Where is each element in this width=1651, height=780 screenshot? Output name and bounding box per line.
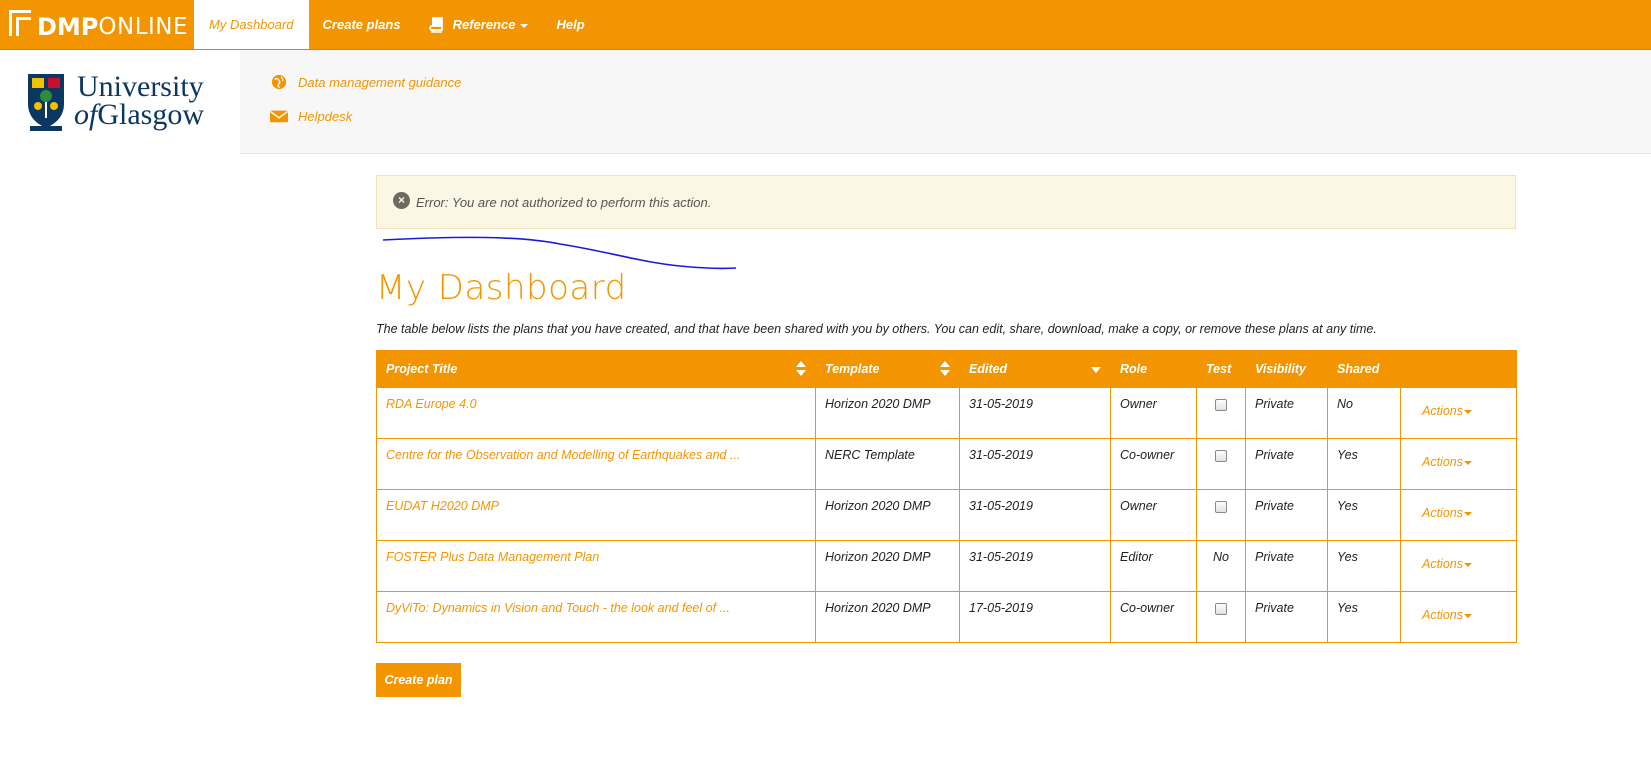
chevron-down-icon [1464, 614, 1472, 618]
table-row: FOSTER Plus Data Management Plan Horizon… [376, 540, 1517, 592]
main-nav: My Dashboard Create plans Reference Help [194, 0, 599, 49]
nav-reference-label: Reference [452, 17, 516, 32]
actions-dropdown[interactable]: Actions [1422, 506, 1472, 520]
brand-text-online: ONLINE [98, 14, 189, 40]
book-icon [428, 16, 443, 33]
plan-title-link[interactable]: FOSTER Plus Data Management Plan [386, 550, 599, 564]
column-header-role: Role [1110, 350, 1197, 388]
sort-icon [796, 361, 806, 377]
error-message: Error: You are not authorized to perform… [416, 194, 712, 210]
actions-dropdown[interactable]: Actions [1422, 557, 1472, 571]
plan-title-link[interactable]: DyViTo: Dynamics in Vision and Touch - t… [386, 601, 730, 615]
helpdesk-link[interactable]: Helpdesk [270, 108, 352, 124]
table-row: Centre for the Observation and Modelling… [376, 438, 1517, 490]
test-checkbox[interactable] [1215, 399, 1227, 411]
nav-help[interactable]: Help [542, 0, 598, 49]
helpdesk-label: Helpdesk [298, 108, 353, 124]
plan-role: Owner [1110, 387, 1197, 439]
data-management-guidance-link[interactable]: Data management guidance [270, 74, 461, 90]
page-title: My Dashboard [376, 268, 627, 308]
column-header-shared: Shared [1327, 350, 1401, 388]
plan-edited: 31-05-2019 [959, 387, 1111, 439]
university-logo: University ofGlasgow [0, 50, 240, 154]
column-header-template[interactable]: Template [815, 350, 960, 388]
plan-edited: 17-05-2019 [959, 591, 1111, 643]
table-header-row: Project Title Template Edited Role Test … [376, 350, 1517, 388]
plan-test: No [1196, 540, 1246, 592]
brand-text-dmp: DMP [37, 13, 99, 41]
column-header-actions [1400, 350, 1517, 388]
actions-dropdown[interactable]: Actions [1422, 455, 1472, 469]
plan-visibility: Private [1245, 489, 1328, 541]
plans-table: Project Title Template Edited Role Test … [376, 350, 1517, 643]
plan-visibility: Private [1245, 540, 1328, 592]
table-row: RDA Europe 4.0 Horizon 2020 DMP 31-05-20… [376, 387, 1517, 439]
table-row: EUDAT H2020 DMP Horizon 2020 DMP 31-05-2… [376, 489, 1517, 541]
plan-visibility: Private [1245, 591, 1328, 643]
nav-create-plans[interactable]: Create plans [309, 0, 415, 49]
plan-role: Owner [1110, 489, 1197, 541]
plan-edited: 31-05-2019 [959, 489, 1111, 541]
plan-role: Co-owner [1110, 591, 1197, 643]
test-checkbox[interactable] [1215, 450, 1227, 462]
nav-my-dashboard[interactable]: My Dashboard [194, 0, 309, 49]
chevron-down-icon [1464, 461, 1472, 465]
plan-shared: Yes [1327, 489, 1401, 541]
plan-shared: No [1327, 387, 1401, 439]
chevron-down-icon [1464, 410, 1472, 414]
university-crest-icon [28, 74, 64, 131]
org-header: University ofGlasgow Data management gui… [0, 50, 1651, 154]
plan-template: Horizon 2020 DMP [815, 540, 960, 592]
top-navbar: DMP ONLINE My Dashboard Create plans Ref… [0, 0, 1651, 50]
sort-desc-icon [1091, 367, 1101, 373]
plan-role: Co-owner [1110, 438, 1197, 490]
plan-shared: Yes [1327, 438, 1401, 490]
actions-dropdown[interactable]: Actions [1422, 608, 1472, 622]
nav-reference[interactable]: Reference [415, 0, 543, 49]
plan-template: Horizon 2020 DMP [815, 387, 960, 439]
actions-dropdown[interactable]: Actions [1422, 404, 1472, 418]
plan-title-link[interactable]: EUDAT H2020 DMP [386, 499, 499, 513]
create-plan-button[interactable]: Create plan [376, 663, 461, 697]
chevron-down-icon [1464, 563, 1472, 567]
column-header-test: Test [1196, 350, 1246, 388]
column-header-visibility: Visibility [1245, 350, 1328, 388]
plan-shared: Yes [1327, 540, 1401, 592]
error-alert: × Error: You are not authorized to perfo… [376, 175, 1516, 229]
plan-template: Horizon 2020 DMP [815, 489, 960, 541]
table-row: DyViTo: Dynamics in Vision and Touch - t… [376, 591, 1517, 643]
dmp-online-logo[interactable]: DMP ONLINE [9, 6, 188, 42]
plan-visibility: Private [1245, 387, 1328, 439]
plan-edited: 31-05-2019 [959, 540, 1111, 592]
column-header-edited[interactable]: Edited [959, 350, 1111, 388]
dmp-logo-mark-icon [9, 8, 35, 40]
plan-template: Horizon 2020 DMP [815, 591, 960, 643]
chevron-down-icon [520, 23, 529, 28]
plan-title-link[interactable]: Centre for the Observation and Modelling… [386, 448, 740, 462]
plan-role: Editor [1110, 540, 1197, 592]
plan-template: NERC Template [815, 438, 960, 490]
test-checkbox[interactable] [1215, 603, 1227, 615]
plan-visibility: Private [1245, 438, 1328, 490]
page-intro: The table below lists the plans that you… [376, 322, 1377, 336]
plan-title-link[interactable]: RDA Europe 4.0 [386, 397, 477, 411]
plan-shared: Yes [1327, 591, 1401, 643]
column-header-project-title[interactable]: Project Title [376, 350, 816, 388]
plan-edited: 31-05-2019 [959, 438, 1111, 490]
test-checkbox[interactable] [1215, 501, 1227, 513]
annotation-underline [382, 236, 737, 270]
chevron-down-icon [1464, 512, 1472, 516]
error-circle-icon: × [393, 191, 410, 209]
sort-icon [940, 361, 950, 377]
university-name-line2: ofGlasgow [74, 98, 204, 131]
envelope-icon [270, 110, 288, 123]
globe-icon [271, 74, 287, 90]
data-management-guidance-label: Data management guidance [298, 74, 462, 90]
